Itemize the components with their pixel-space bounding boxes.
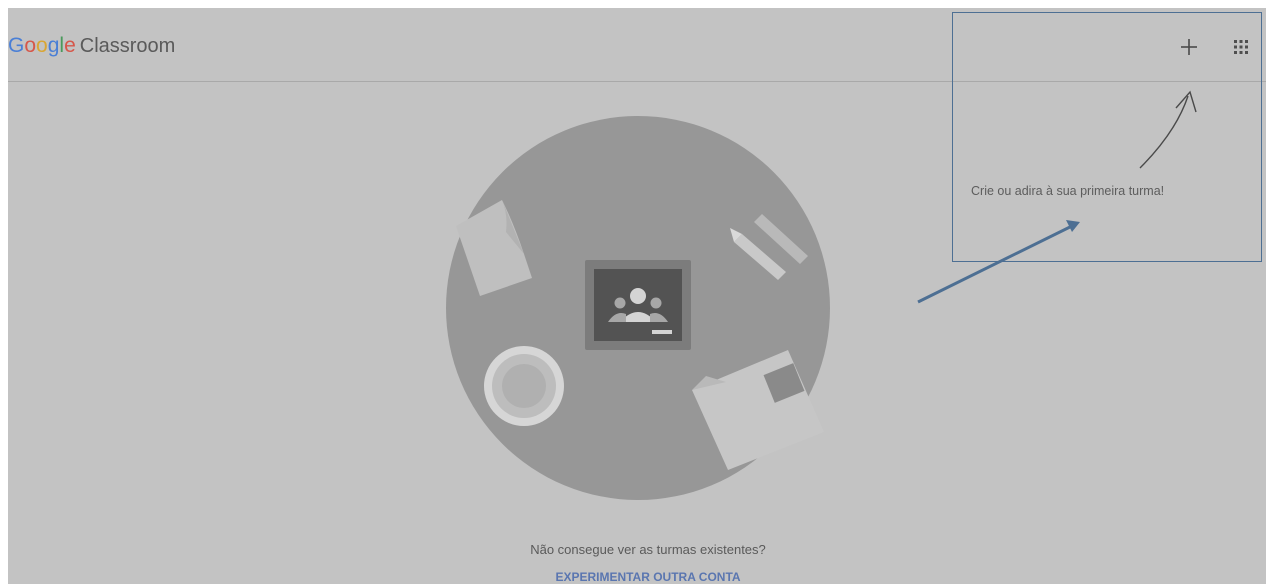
cant-see-classes-text: Não consegue ver as turmas existentes?: [530, 542, 766, 557]
classroom-page: Google Classroom Crie ou adira à sua pri…: [8, 8, 1266, 584]
hand-drawn-arrow-icon: [1139, 90, 1197, 169]
blue-arrow-icon: [917, 220, 1080, 304]
annotation-arrows: [917, 90, 1197, 304]
try-another-account-link[interactable]: EXPERIMENTAR OUTRA CONTA: [388, 570, 908, 584]
